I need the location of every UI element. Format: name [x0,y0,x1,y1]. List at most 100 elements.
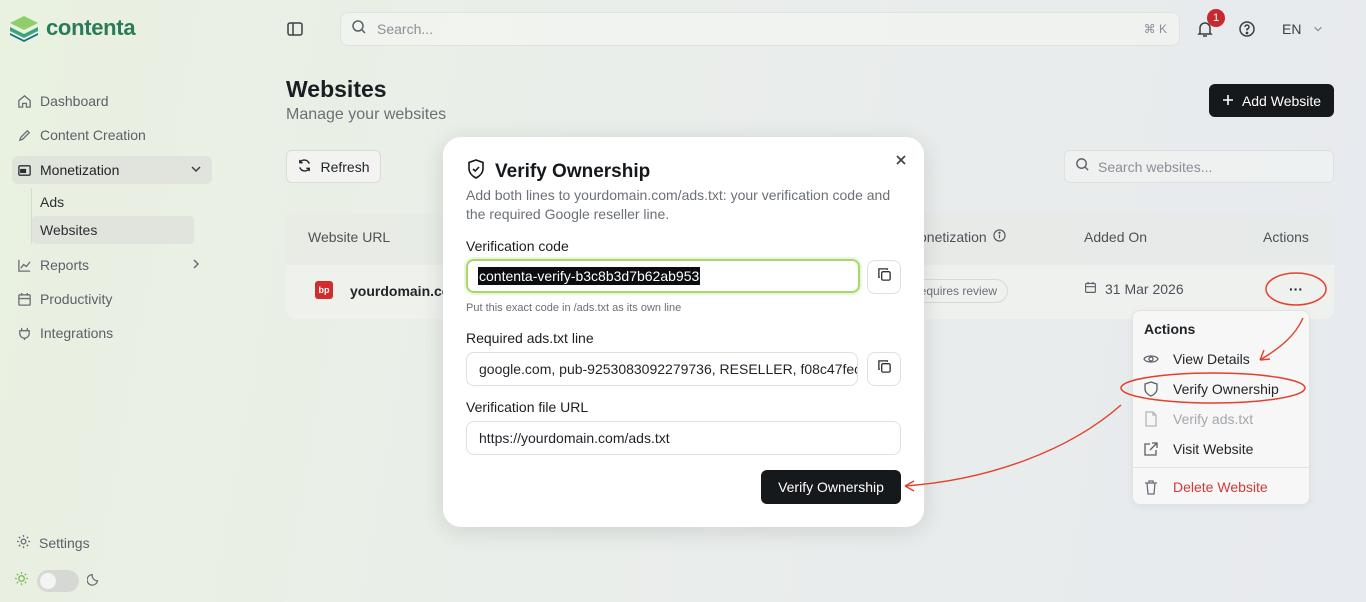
shield-check-icon [467,159,485,185]
app-name: contenta [46,15,136,40]
sidebar-item-productivity[interactable]: Productivity [12,282,212,316]
column-header-added-on[interactable]: Added On [1084,229,1147,245]
added-on-date: 31 Mar 2026 [1105,281,1184,297]
sidebar-item-label: Monetization [40,162,120,178]
home-icon [16,93,32,109]
search-icon [351,19,367,40]
menu-item-verify-ownership[interactable]: Verify Ownership [1143,376,1279,402]
calendar-icon [1084,281,1097,297]
sidebar-item-label: Dashboard [40,93,109,109]
verification-url-label: Verification file URL [466,399,589,415]
moon-icon [86,572,101,591]
sidebar-item-reports[interactable]: Reports [12,248,212,282]
dropdown-divider [1133,467,1311,468]
actions-dropdown: Actions View Details Verify Ownership Ve… [1132,310,1311,505]
menu-item-view-details[interactable]: View Details [1143,346,1250,372]
copy-icon [877,267,892,287]
sidebar-item-integrations[interactable]: Integrations [12,316,212,350]
menu-item-delete-website[interactable]: Delete Website [1143,474,1268,500]
add-website-button[interactable]: Add Website [1209,84,1334,117]
refresh-button[interactable]: Refresh [286,150,381,183]
sidebar-subitem-websites[interactable]: Websites [32,216,194,244]
menu-item-label: View Details [1173,351,1250,367]
column-header-actions: Actions [1263,229,1309,245]
sidebar-item-dashboard[interactable]: Dashboard [12,84,212,118]
added-on-cell: 31 Mar 2026 [1084,281,1184,297]
column-header-url[interactable]: Website URL [308,229,390,245]
sun-icon [14,571,29,591]
info-icon [993,229,1006,245]
menu-item-label: Verify ads.txt [1173,411,1254,427]
copy-verification-code-button[interactable] [867,260,901,294]
gear-icon [16,534,31,552]
sidebar-item-label: Integrations [40,325,114,341]
language-label: EN [1282,21,1302,37]
menu-item-label: Visit Website [1173,441,1254,457]
copy-ads-txt-line-button[interactable] [867,352,901,386]
sidebar-item-settings[interactable]: Settings [16,534,90,552]
verification-code-label: Verification code [466,238,569,254]
help-icon[interactable] [1238,20,1256,38]
wallet-icon [16,162,32,178]
page-title: Websites [286,76,387,102]
menu-item-label: Delete Website [1173,479,1268,495]
refresh-label: Refresh [320,158,370,175]
sidebar-item-monetization[interactable]: Monetization [12,156,212,184]
ads-txt-line-label: Required ads.txt line [466,330,594,346]
modal-title: Verify Ownership [467,159,650,185]
toggle-knob [40,573,56,589]
column-header-monetization[interactable]: onetization [919,229,1006,245]
copy-icon [877,359,892,379]
sidebar-subitem-ads[interactable]: Ads [32,188,212,216]
chart-icon [16,257,32,273]
chevron-right-icon [190,258,202,273]
close-icon[interactable] [894,153,908,167]
sidebar-item-content-creation[interactable]: Content Creation [12,118,212,152]
website-search-input[interactable] [1098,158,1318,175]
plug-icon [16,325,32,341]
global-search: ⌘ K [340,12,1180,46]
logo[interactable]: contenta [8,14,136,42]
sidebar: contenta Dashboard Content Creation Mone… [0,0,260,602]
chevron-down-icon [1313,21,1323,37]
sidebar-item-label: Content Creation [40,127,146,143]
column-header-label: onetization [919,229,987,245]
theme-toggle[interactable] [37,570,79,592]
add-website-label: Add Website [1241,92,1322,109]
sidebar-item-label: Productivity [40,291,113,307]
verification-code-hint: Put this exact code in /ads.txt as its o… [466,302,682,314]
monetization-submenu: Ads Websites [31,188,212,244]
search-icon [1075,157,1090,177]
search-shortcut: ⌘ K [1143,22,1167,36]
website-search [1064,150,1334,183]
modal-title-text: Verify Ownership [495,161,651,182]
chevron-down-icon [190,163,202,178]
plus-icon [1222,93,1234,109]
notification-badge: 1 [1207,9,1225,27]
theme-switcher [14,570,101,592]
pen-icon [16,127,32,143]
verify-ownership-button[interactable]: Verify Ownership [761,470,901,504]
language-selector[interactable]: EN [1282,21,1323,37]
verification-code-field[interactable]: contenta-verify-b3c8b3d7b62ab953 [466,259,860,293]
calendar-icon [16,291,32,307]
trash-icon [1143,479,1159,495]
modal-description: Add both lines to yourdomain.com/ads.txt… [466,187,891,222]
menu-item-label: Verify Ownership [1173,381,1279,397]
verification-code-value[interactable]: contenta-verify-b3c8b3d7b62ab953 [478,267,701,285]
verification-url-field[interactable] [466,421,901,455]
sidebar-item-label: Reports [40,257,90,273]
file-icon [1143,411,1159,427]
dropdown-header: Actions [1144,321,1196,337]
menu-item-verify-ads-txt[interactable]: Verify ads.txt [1143,406,1253,432]
ads-txt-line-field[interactable] [466,352,858,386]
row-actions-button[interactable]: ··· [1286,277,1306,301]
eye-icon [1143,351,1159,367]
menu-item-visit-website[interactable]: Visit Website [1143,436,1253,462]
refresh-icon [297,158,312,176]
verification-url-input[interactable] [479,430,900,446]
website-url[interactable]: yourdomain.co [350,283,450,299]
ads-txt-line-input[interactable] [479,361,857,377]
global-search-input[interactable] [377,21,1077,37]
sidebar-toggle-icon[interactable] [286,20,304,38]
